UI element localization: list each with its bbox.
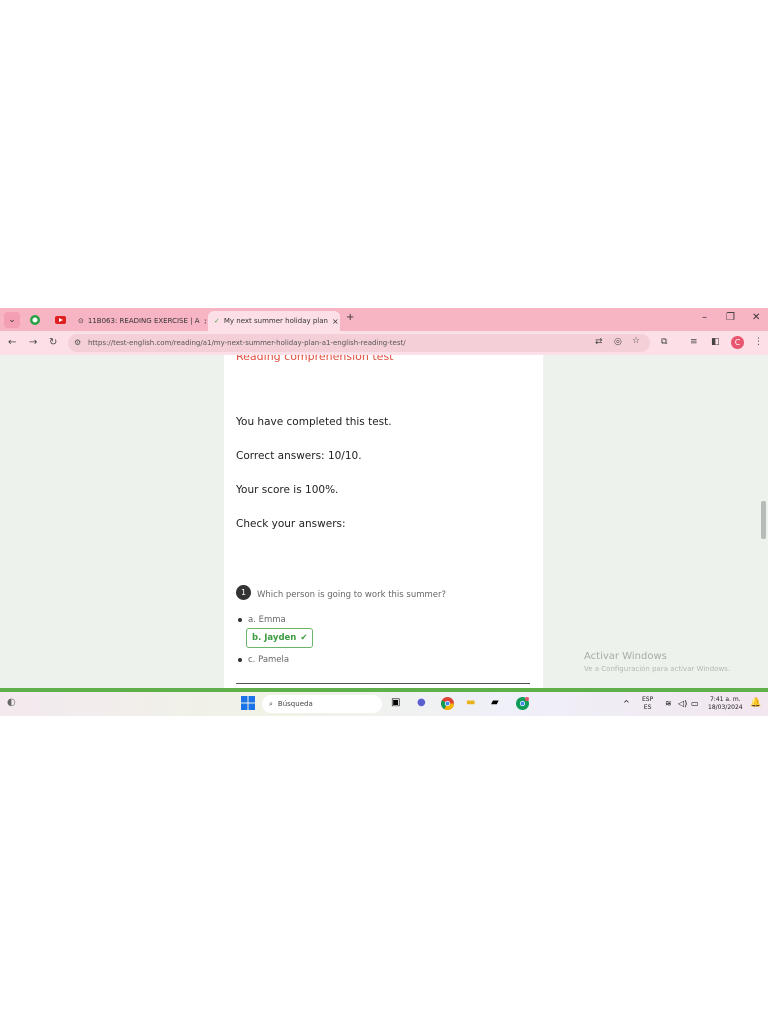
scrollbar-thumb[interactable] (761, 501, 766, 539)
search-placeholder: Búsqueda (277, 700, 313, 708)
option-c: c. Pamela (238, 655, 289, 665)
battery-icon[interactable]: ▭ (691, 699, 699, 708)
question-text: Which person is going to work this summe… (257, 590, 447, 600)
tab-search-icon[interactable]: ⌄ (4, 312, 20, 328)
forward-arrow-icon[interactable]: → (29, 337, 37, 348)
screenshot: ⌄ ⊙ 11B063: READING EXERCISE | A × ✓ My … (0, 308, 768, 716)
bookmark-star-icon[interactable]: ☆ (632, 336, 640, 346)
completed-text: You have completed this test. (236, 416, 392, 428)
chrome-icon[interactable] (441, 697, 454, 713)
close-tab-icon[interactable]: × (328, 317, 339, 326)
option-label: b. Jayden (252, 633, 297, 643)
chrome-profile-icon[interactable] (516, 697, 529, 713)
wifi-icon[interactable]: ≋ (665, 699, 672, 708)
new-tab-button[interactable]: + (346, 312, 354, 323)
correct-answers-value: 10/10. (327, 450, 362, 462)
taskbar: ◐ ⌕ Búsqueda ▣ ● ▬ ▰ ^ ESP ES ≋ ◁) ▭ 7:4… (0, 692, 768, 716)
youtube-tab-icon[interactable] (52, 312, 68, 328)
correct-option-badge: b. Jayden ✔ (246, 628, 314, 648)
option-a: a. Emma (238, 615, 286, 625)
site-info-icon[interactable]: ⚙ (74, 338, 81, 347)
reload-icon[interactable]: ↻ (49, 337, 57, 348)
tab-label: My next summer holiday plan (223, 317, 328, 325)
tab-summer-holiday[interactable]: ✓ My next summer holiday plan × (208, 311, 340, 331)
translate-icon[interactable]: ⇄ (595, 337, 603, 347)
keyboard-layout: ES (643, 704, 652, 711)
tab-reading-exercise[interactable]: ⊙ 11B063: READING EXERCISE | A × (72, 311, 206, 331)
clock-time: 7:41 a. m. (709, 696, 741, 703)
eye-off-icon[interactable]: ◎ (614, 337, 622, 347)
tab-label: 11B063: READING EXERCISE | A (87, 317, 200, 325)
bullet-icon (238, 617, 242, 622)
minimize-button[interactable]: – (702, 312, 707, 323)
language-code: ESP (642, 696, 654, 703)
option-label: c. Pamela (248, 655, 290, 665)
correct-answers-text: Correct answers: 10/10. (236, 450, 362, 462)
close-tab-icon[interactable]: × (200, 317, 206, 326)
activation-watermark-title: Activar Windows (584, 651, 667, 662)
score-text: Your score is 100%. (236, 484, 339, 496)
address-bar: ← → ↻ ⚙ https://test-english.com/reading… (0, 331, 768, 355)
reading-site-icon: ⊙ (78, 317, 84, 325)
back-arrow-icon[interactable]: ← (8, 337, 16, 348)
page-heading: Reading comprehension test (236, 355, 394, 363)
notification-bell-icon[interactable]: 🔔 (750, 698, 761, 708)
sticky-notes-icon[interactable]: ▰ (491, 697, 499, 708)
volume-icon[interactable]: ◁) (678, 699, 687, 708)
task-view-icon[interactable]: ▣ (391, 697, 400, 708)
test-english-icon: ✓ (214, 317, 220, 325)
show-hidden-icons-icon[interactable]: ^ (623, 699, 630, 708)
question-number-badge: 1 (236, 585, 251, 600)
url-text: https://test-english.com/reading/a1/my-n… (88, 339, 406, 347)
activation-watermark-subtitle: Ve a Configuración para activar Windows. (584, 665, 731, 673)
correct-answers-label: Correct answers: (236, 450, 328, 462)
restore-button[interactable]: ❐ (726, 312, 735, 323)
windows-start-icon[interactable] (241, 696, 255, 713)
test-card: Reading comprehension test You have comp… (224, 355, 543, 688)
option-label: a. Emma (248, 615, 286, 625)
url-field[interactable]: ⚙ https://test-english.com/reading/a1/my… (68, 334, 650, 352)
bullet-icon (238, 657, 242, 662)
clock[interactable]: 7:41 a. m. 18/03/2024 (708, 696, 743, 712)
divider (236, 683, 530, 684)
widgets-icon[interactable]: ◐ (7, 697, 16, 708)
tab-bar: ⌄ ⊙ 11B063: READING EXERCISE | A × ✓ My … (0, 308, 768, 331)
side-panel-icon[interactable]: ◧ (711, 337, 720, 347)
reading-list-icon[interactable]: ≡ (690, 337, 698, 347)
extensions-icon[interactable]: ⧉ (661, 337, 667, 347)
search-icon: ⌕ (269, 699, 273, 708)
taskbar-search[interactable]: ⌕ Búsqueda (262, 695, 382, 713)
page-content: Reading comprehension test You have comp… (0, 355, 768, 688)
close-window-button[interactable]: ✕ (752, 312, 760, 323)
menu-kebab-icon[interactable]: ⋮ (754, 337, 763, 347)
chat-icon[interactable]: ● (417, 697, 426, 708)
whatsapp-tab-icon[interactable] (27, 312, 43, 328)
check-answers-text: Check your answers: (236, 518, 346, 530)
file-explorer-icon[interactable]: ▬ (466, 697, 475, 708)
checkmark-icon: ✔ (300, 633, 308, 643)
language-indicator[interactable]: ESP ES (642, 696, 653, 712)
clock-date: 18/03/2024 (708, 704, 743, 711)
profile-avatar[interactable]: C (731, 336, 744, 349)
